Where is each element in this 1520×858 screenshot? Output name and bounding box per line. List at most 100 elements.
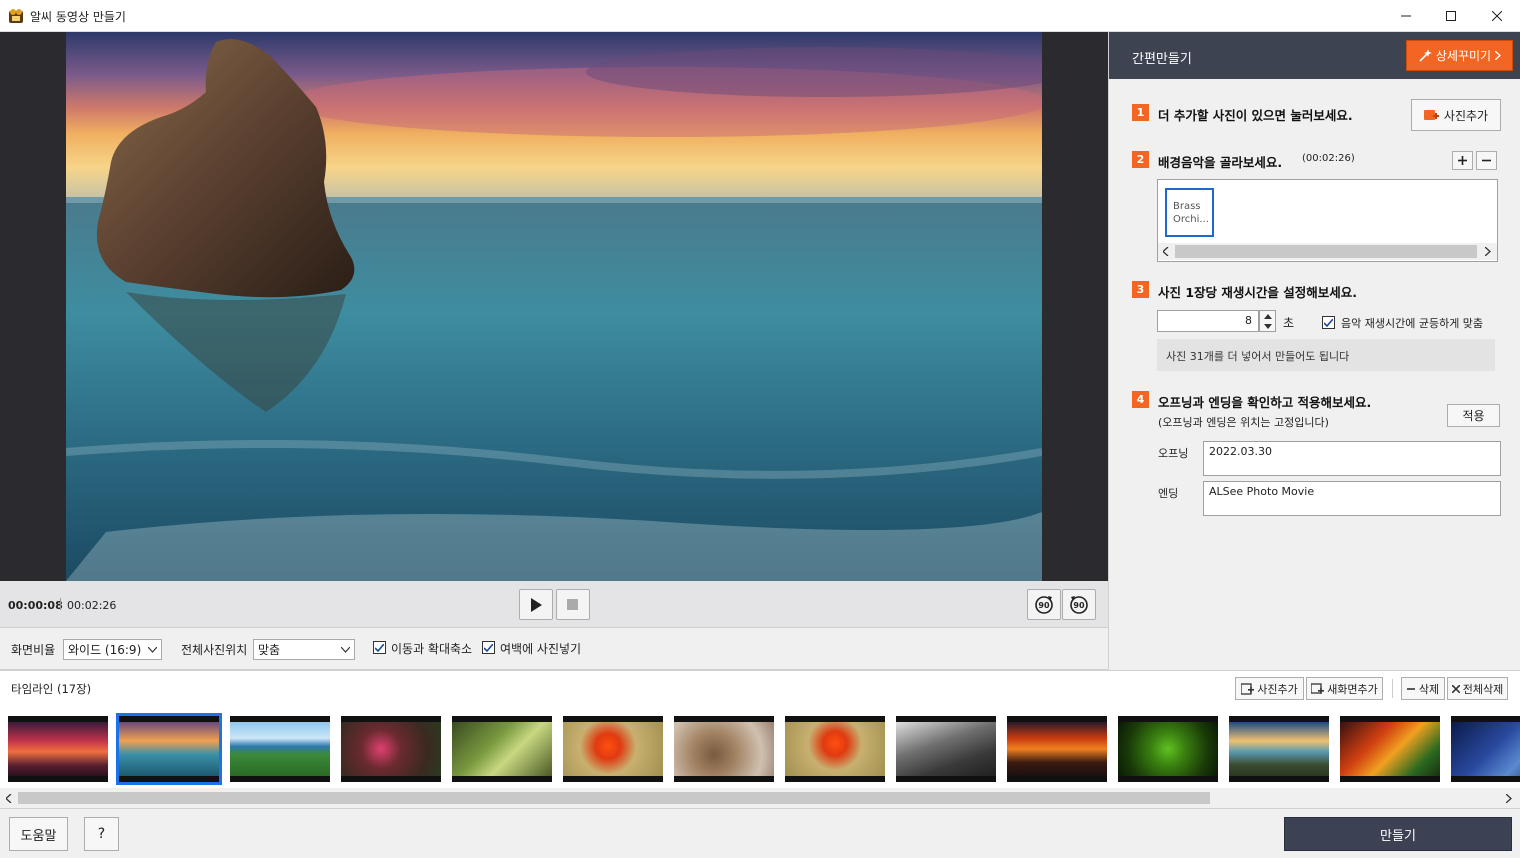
seconds-unit: 초	[1283, 316, 1295, 330]
ending-input[interactable]: ALSee Photo Movie	[1203, 481, 1501, 516]
svg-text:90: 90	[1073, 601, 1085, 610]
step1-text: 더 추가할 사진이 있으면 눌러보세요.	[1158, 108, 1353, 123]
seconds-input[interactable]: 8	[1157, 310, 1259, 332]
music-scroll-thumb[interactable]	[1175, 245, 1477, 258]
music-duration: (00:02:26)	[1302, 153, 1355, 164]
stop-icon	[567, 598, 578, 610]
delete-all-button[interactable]: 전체삭제	[1447, 677, 1508, 700]
seconds-spinner[interactable]	[1259, 310, 1276, 332]
step4-subtext: (오프닝과 엔딩은 위치는 고정입니다)	[1158, 416, 1329, 429]
options-bar: 화면비율 와이드 (16:9) 전체사진위치 맞춤 이동과 확대축소 여백에 사…	[0, 628, 1108, 670]
close-icon	[1451, 684, 1460, 693]
step1-number: 1	[1132, 104, 1149, 121]
fit-music-checkbox[interactable]	[1322, 316, 1335, 329]
timeline-thumbnail[interactable]	[1007, 716, 1107, 782]
remove-music-button[interactable]	[1476, 151, 1497, 170]
step2-text: 배경음악을 골라보세요.	[1158, 155, 1283, 170]
spin-down-icon	[1264, 324, 1272, 329]
music-list-scrollbar[interactable]	[1158, 243, 1497, 260]
chevron-right-icon	[1485, 247, 1491, 256]
add-photo-icon	[1241, 682, 1255, 695]
maximize-button[interactable]	[1428, 0, 1474, 32]
rotate-right-button[interactable]: 90	[1027, 589, 1061, 620]
timeline-thumbnail[interactable]	[1340, 716, 1440, 782]
timeline-thumbnail[interactable]	[1229, 716, 1329, 782]
music-item[interactable]: Brass Orchi...	[1165, 188, 1214, 237]
opening-input[interactable]: 2022.03.30	[1203, 441, 1501, 476]
stop-button[interactable]	[556, 589, 590, 620]
timeline-thumbnail[interactable]	[341, 716, 441, 782]
rotate-left-button[interactable]: 90	[1062, 589, 1096, 620]
add-screen-icon	[1311, 682, 1325, 694]
timeline-thumbnail[interactable]	[563, 716, 663, 782]
footer-bar: 도움말 ? 만들기	[0, 808, 1520, 858]
time-divider	[60, 598, 61, 610]
timeline-scroll-thumb[interactable]	[18, 792, 1210, 804]
add-photo-label: 사진추가	[1443, 108, 1489, 123]
move-zoom-label: 이동과 확대축소	[391, 642, 473, 656]
opening-label: 오프닝	[1158, 447, 1189, 460]
panel-title: 간편만들기	[1132, 52, 1192, 67]
close-button[interactable]	[1474, 0, 1520, 32]
add-screen-button[interactable]: 새화면추가	[1306, 677, 1383, 700]
timeline-thumbnail[interactable]	[1451, 716, 1520, 782]
timeline-scrollbar[interactable]	[0, 788, 1520, 808]
ratio-select[interactable]: 와이드 (16:9)	[63, 639, 162, 660]
chevron-left-icon	[6, 794, 12, 803]
timeline-thumbnail[interactable]	[1118, 716, 1218, 782]
apply-button[interactable]: 적용	[1447, 404, 1500, 427]
delete-all-label: 전체삭제	[1462, 682, 1504, 696]
step2-number: 2	[1132, 151, 1149, 168]
fit-music-label: 음악 재생시간에 균등하게 맞춤	[1341, 317, 1484, 330]
playback-bar: 00:00:08 00:02:26 90 90	[0, 581, 1108, 628]
preview-area	[0, 32, 1108, 581]
step4-number: 4	[1132, 391, 1149, 408]
rotate-left-icon: 90	[1070, 595, 1088, 614]
check-icon	[484, 643, 493, 652]
position-label: 전체사진위치	[181, 643, 248, 657]
timeline-thumbnail[interactable]	[674, 716, 774, 782]
make-video-button[interactable]: 만들기	[1284, 817, 1512, 851]
magic-wand-icon	[1419, 48, 1432, 62]
delete-button[interactable]: 삭제	[1401, 677, 1445, 700]
fill-margin-label: 여백에 사진넣기	[500, 642, 582, 656]
timeline-add-photo-label: 사진추가	[1257, 682, 1298, 696]
timeline-thumbnail[interactable]	[230, 716, 330, 782]
play-icon	[531, 597, 542, 612]
detail-edit-button[interactable]: 상세꾸미기	[1406, 40, 1513, 71]
position-select[interactable]: 맞춤	[253, 639, 355, 660]
minus-icon	[1406, 687, 1415, 690]
timeline-thumbnail[interactable]	[896, 716, 996, 782]
ratio-select-value: 와이드 (16:9)	[68, 643, 142, 657]
panel-header: 간편만들기 상세꾸미기	[1109, 32, 1520, 79]
timeline-add-photo-button[interactable]: 사진추가	[1235, 677, 1304, 700]
question-button[interactable]: ?	[84, 817, 119, 851]
chevron-right-icon	[1495, 51, 1502, 60]
toolbar-divider	[1392, 679, 1393, 698]
timeline-header: 타임라인 (17장) 사진추가 새화면추가 삭제 전체삭제	[0, 670, 1520, 706]
chevron-down-icon	[148, 646, 157, 653]
move-zoom-checkbox[interactable]	[373, 641, 386, 654]
add-photo-button[interactable]: 사진추가	[1411, 99, 1501, 131]
add-music-button[interactable]	[1452, 151, 1473, 170]
play-button[interactable]	[519, 589, 553, 620]
help-button[interactable]: 도움말	[9, 817, 68, 851]
minimize-button[interactable]	[1383, 0, 1429, 32]
ending-label: 엔딩	[1158, 487, 1179, 500]
timeline-thumbnail[interactable]	[785, 716, 885, 782]
timeline-thumbnail[interactable]	[452, 716, 552, 782]
timeline-thumbnail[interactable]	[116, 713, 222, 785]
check-icon	[1324, 318, 1333, 327]
fill-margin-checkbox[interactable]	[482, 641, 495, 654]
timeline-thumbnail[interactable]	[8, 716, 108, 782]
position-select-value: 맞춤	[258, 643, 281, 657]
step4-text: 오프닝과 엔딩을 확인하고 적용해보세요.	[1158, 395, 1372, 410]
add-photo-icon	[1423, 110, 1439, 120]
music-list: Brass Orchi...	[1157, 179, 1498, 262]
spin-up-icon	[1264, 314, 1272, 319]
photo-capacity-info: 사진 31개를 더 넣어서 만들어도 됩니다	[1157, 339, 1495, 371]
detail-edit-label: 상세꾸미기	[1435, 49, 1492, 63]
chevron-left-icon	[1163, 247, 1169, 256]
svg-text:90: 90	[1038, 601, 1050, 610]
easy-make-panel: 간편만들기 상세꾸미기 1 더 추가할 사진이 있으면 눌러보세요. 사진추가 …	[1108, 32, 1520, 670]
